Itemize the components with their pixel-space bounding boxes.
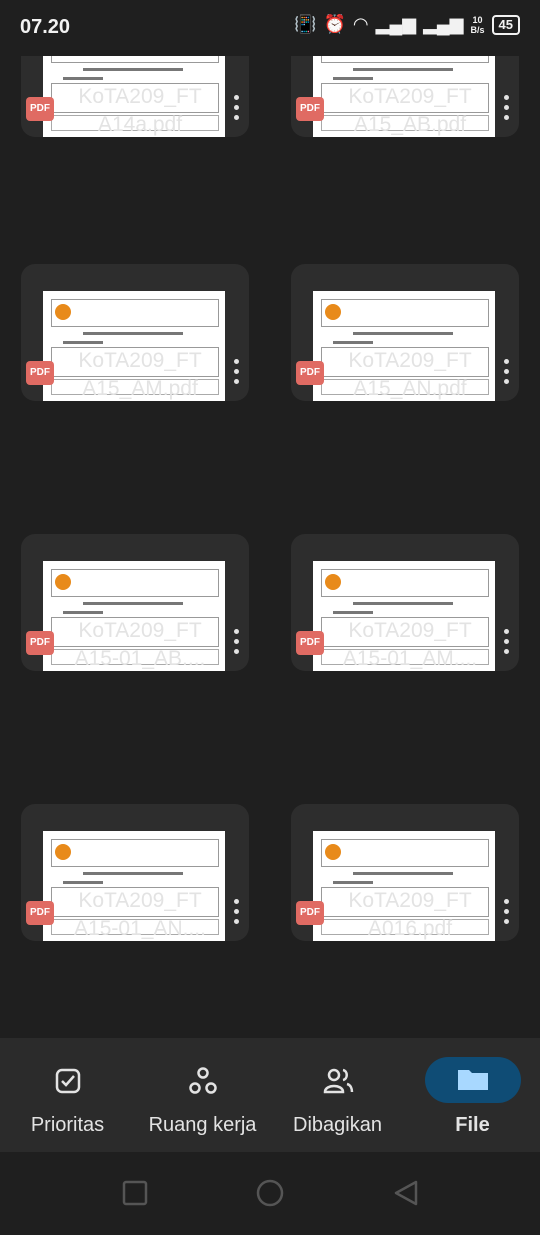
bottom-navigation: Prioritas Ruang kerja Dibagikan File bbox=[0, 1038, 540, 1152]
file-name: KoTA209_FT A15_AN.pdf bbox=[348, 349, 472, 400]
recents-button bbox=[122, 1180, 148, 1206]
more-options-icon[interactable] bbox=[229, 899, 243, 929]
nav-dibagikan[interactable]: Dibagikan bbox=[270, 1038, 405, 1152]
file-name: KoTA209_FT A15-01_AN.... bbox=[74, 889, 206, 940]
pdf-icon: PDF bbox=[26, 631, 54, 655]
more-options-icon[interactable] bbox=[229, 359, 243, 389]
more-options-icon[interactable] bbox=[499, 899, 513, 929]
status-bar: 07.20 📳 ⏰ ◠ ▂▄▆ ▂▄▆ 10 B/s 45 bbox=[0, 0, 540, 56]
status-time: 07.20 bbox=[20, 16, 71, 38]
file-name: KoTA209_FT A15_AB.pdf bbox=[348, 85, 472, 136]
workspace-icon bbox=[186, 1064, 220, 1098]
network-speed: 10 B/s bbox=[470, 14, 485, 35]
pdf-icon: PDF bbox=[296, 97, 324, 121]
wifi-icon: ◠ bbox=[352, 14, 369, 34]
file-grid: PDF KoTA209_FT A14a.pdf PDF KoTA209_FT A… bbox=[0, 56, 540, 1036]
file-name: KoTA209_FT A15-01_AM.... bbox=[342, 619, 478, 670]
file-card[interactable]: PDF KoTA209_FT A14a.pdf bbox=[21, 56, 249, 258]
pdf-icon: PDF bbox=[26, 97, 54, 121]
more-options-icon[interactable] bbox=[229, 629, 243, 659]
file-card[interactable]: PDF KoTA209_FT A15_AN.pdf bbox=[291, 264, 519, 522]
file-card[interactable]: PDF KoTA209_FT A016.pdf bbox=[291, 804, 519, 1036]
file-name: KoTA209_FT A016.pdf bbox=[348, 889, 472, 940]
file-name: KoTA209_FT A15_AM.pdf bbox=[78, 349, 202, 400]
file-card[interactable]: PDF KoTA209_FT A15_AB.pdf bbox=[291, 56, 519, 258]
pdf-icon: PDF bbox=[296, 631, 324, 655]
nav-label: Ruang kerja bbox=[148, 1114, 257, 1136]
battery-indicator: 45 bbox=[491, 14, 520, 35]
vibrate-icon: 📳 bbox=[294, 14, 317, 34]
nav-ruang-kerja[interactable]: Ruang kerja bbox=[135, 1038, 270, 1152]
file-name: KoTA209_FT A14a.pdf bbox=[78, 85, 202, 136]
folder-icon bbox=[424, 1057, 521, 1103]
nav-label: File bbox=[455, 1114, 490, 1136]
people-icon bbox=[321, 1064, 355, 1098]
alarm-icon: ⏰ bbox=[323, 14, 346, 34]
nav-prioritas[interactable]: Prioritas bbox=[0, 1038, 135, 1152]
file-card[interactable]: PDF KoTA209_FT A15-01_AM.... bbox=[291, 534, 519, 792]
status-icons: 📳 ⏰ ◠ ▂▄▆ ▂▄▆ 10 B/s 45 bbox=[294, 14, 520, 35]
signal-icon: ▂▄▆ bbox=[375, 14, 417, 34]
file-card[interactable]: PDF KoTA209_FT A15-01_AN.... bbox=[21, 804, 249, 1036]
pdf-icon: PDF bbox=[296, 361, 324, 385]
more-options-icon[interactable] bbox=[499, 629, 513, 659]
back-button bbox=[394, 1180, 418, 1206]
more-options-icon[interactable] bbox=[229, 95, 243, 125]
nav-label: Prioritas bbox=[30, 1114, 105, 1136]
pdf-icon: PDF bbox=[296, 901, 324, 925]
nav-file[interactable]: File bbox=[405, 1038, 540, 1152]
home-button bbox=[256, 1179, 284, 1207]
pdf-icon: PDF bbox=[26, 361, 54, 385]
signal-icon-2: ▂▄▆ bbox=[423, 14, 464, 34]
file-card[interactable]: PDF KoTA209_FT A15-01_AB.... bbox=[21, 534, 249, 792]
more-options-icon[interactable] bbox=[499, 359, 513, 389]
pdf-icon: PDF bbox=[26, 901, 54, 925]
file-name: KoTA209_FT A15-01_AB.... bbox=[74, 619, 206, 670]
system-navigation-bar bbox=[0, 1152, 540, 1230]
nav-label: Dibagikan bbox=[293, 1114, 382, 1136]
checkbox-icon bbox=[51, 1064, 85, 1098]
more-options-icon[interactable] bbox=[499, 95, 513, 125]
file-card[interactable]: PDF KoTA209_FT A15_AM.pdf bbox=[21, 264, 249, 522]
